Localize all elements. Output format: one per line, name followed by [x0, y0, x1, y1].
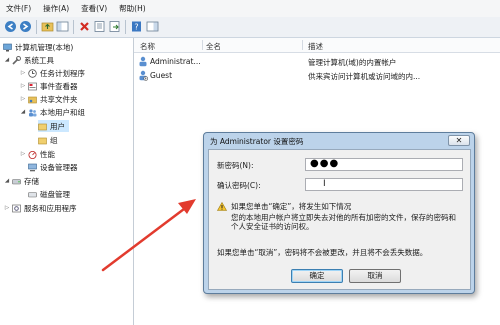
cancel-button[interactable]: 取消 — [349, 269, 401, 283]
new-password-label: 新密码(N): — [217, 161, 254, 170]
warning-icon — [216, 201, 228, 213]
ok-button[interactable]: 确定 — [291, 269, 343, 283]
confirm-password-field[interactable]: I — [305, 178, 463, 191]
warning-heading: 如果您单击“确定”，将发生如下情况 — [231, 202, 352, 211]
dialog-close-button[interactable]: ✕ — [448, 135, 470, 146]
confirm-password-label: 确认密码(C): — [217, 181, 261, 190]
dialog-body: 新密码(N): ●●● 确认密码(C): I 如果您单击“确定”，将发生如下情况… — [208, 149, 471, 290]
text-cursor-icon: I — [323, 179, 326, 189]
new-password-field[interactable]: ●●● — [305, 158, 463, 171]
warning-details: 您的本地用户帐户将立即失去对他的所有加密的文件，保存的密码和个人安全证书的访问权… — [231, 213, 456, 231]
password-mask: ●●● — [310, 158, 340, 169]
set-password-dialog: 为 Administrator 设置密码 ✕ 新密码(N): ●●● 确认密码(… — [203, 132, 475, 294]
dialog-title: 为 Administrator 设置密码 — [210, 137, 304, 146]
cancel-note: 如果您单击“取消”，密码将不会被更改，并且将不会丢失数据。 — [217, 248, 428, 257]
